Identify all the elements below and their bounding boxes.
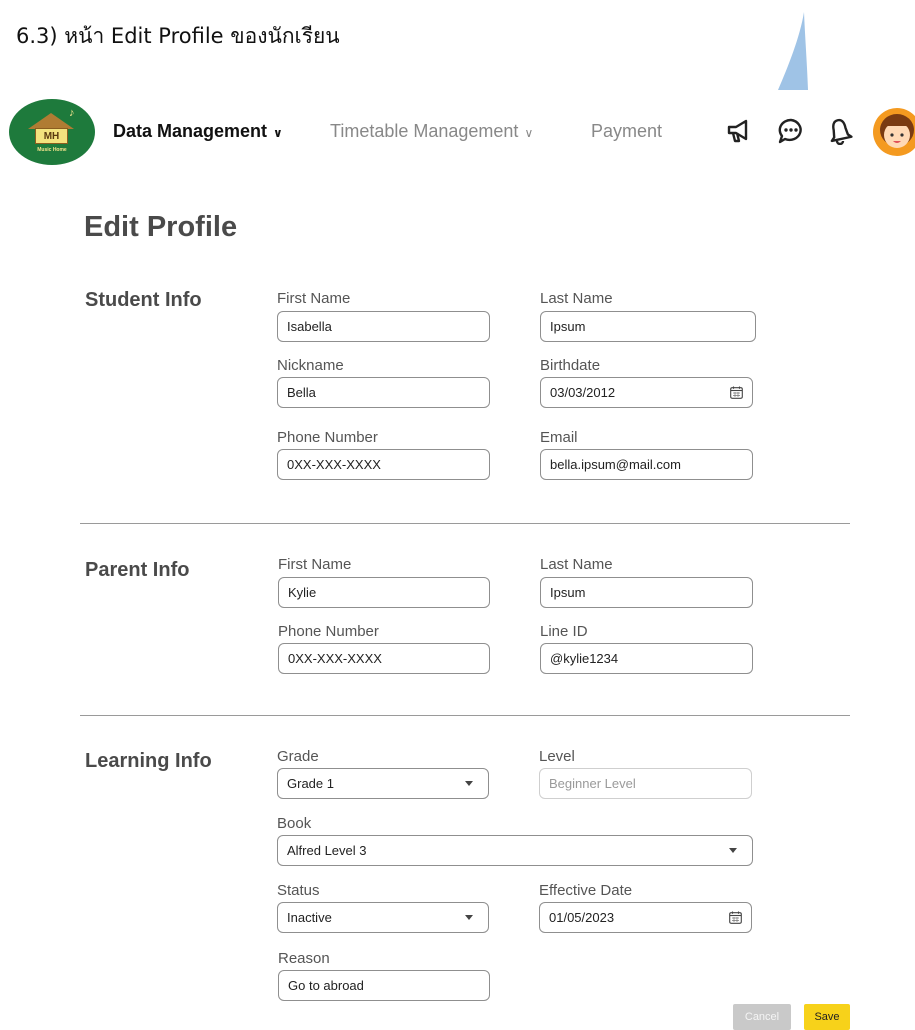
level-input: Beginner Level	[539, 768, 752, 799]
reason-input[interactable]: Go to abroad	[278, 970, 490, 1001]
parent-first-name-input[interactable]: Kylie	[278, 577, 490, 608]
status-select[interactable]: Inactive	[277, 902, 489, 933]
logo-tagline: Music Home	[37, 147, 67, 153]
student-last-name-input[interactable]: Ipsum	[540, 311, 756, 342]
logo-roof	[28, 113, 74, 129]
music-note-icon: ♪	[69, 107, 75, 119]
effective-date-label: Effective Date	[539, 882, 633, 899]
email-input[interactable]: bella.ipsum@mail.com	[540, 449, 753, 480]
avatar-face	[880, 114, 914, 148]
book-value: Alfred Level 3	[287, 843, 367, 858]
grade-select[interactable]: Grade 1	[277, 768, 489, 799]
student-first-name-value: Isabella	[287, 319, 332, 334]
caret-down-icon	[729, 848, 737, 853]
grade-label: Grade	[277, 748, 319, 765]
chevron-down-icon: ∨	[273, 125, 283, 140]
nickname-label: Nickname	[277, 357, 344, 374]
student-first-name-input[interactable]: Isabella	[277, 311, 490, 342]
level-label: Level	[539, 748, 575, 765]
parent-first-name-value: Kylie	[288, 585, 317, 600]
nav-data-management-label: Data Management	[113, 121, 268, 141]
student-first-name-label: First Name	[277, 290, 351, 307]
line-id-value: @kylie1234	[550, 651, 619, 666]
avatar[interactable]	[873, 108, 915, 156]
calendar-icon[interactable]	[729, 911, 742, 924]
grade-value: Grade 1	[287, 776, 334, 791]
logo-initials: MH	[35, 128, 68, 144]
reason-value: Go to abroad	[288, 978, 364, 993]
save-button[interactable]: Save	[804, 1004, 850, 1030]
birthdate-label: Birthdate	[540, 357, 601, 374]
cancel-button[interactable]: Cancel	[733, 1004, 791, 1030]
parent-first-name-label: First Name	[278, 556, 352, 573]
chat-icon[interactable]	[777, 117, 805, 145]
status-value: Inactive	[287, 910, 332, 925]
line-id-label: Line ID	[540, 623, 588, 640]
birthdate-value: 03/03/2012	[550, 385, 616, 400]
learning-info-heading: Learning Info	[85, 750, 212, 772]
caret-down-icon	[465, 915, 473, 920]
nickname-input[interactable]: Bella	[277, 377, 490, 408]
nav-payment[interactable]: Payment	[591, 121, 662, 142]
student-phone-input[interactable]: 0XX-XXX-XXXX	[277, 449, 490, 480]
nav-payment-label: Payment	[591, 121, 663, 141]
page-title: Edit Profile	[84, 211, 238, 243]
nickname-value: Bella	[287, 385, 316, 400]
book-label: Book	[277, 815, 312, 832]
bell-icon[interactable]	[826, 117, 854, 145]
music-home-logo[interactable]: ♪ MH Music Home	[9, 99, 95, 165]
parent-phone-label: Phone Number	[278, 623, 379, 640]
parent-info-heading: Parent Info	[85, 559, 190, 581]
nav-timetable-management[interactable]: Timetable Management ∨	[330, 121, 533, 142]
document-heading: 6.3) หน้า Edit Profile ของนักเรียน	[16, 24, 340, 48]
effective-date-value: 01/05/2023	[549, 910, 615, 925]
caret-down-icon	[465, 781, 473, 786]
nav-timetable-management-label: Timetable Management	[330, 121, 519, 141]
email-value: bella.ipsum@mail.com	[550, 457, 681, 472]
email-label: Email	[540, 429, 578, 446]
book-select[interactable]: Alfred Level 3	[277, 835, 753, 866]
parent-phone-value: 0XX-XXX-XXXX	[288, 651, 382, 666]
section-divider	[80, 715, 850, 716]
parent-last-name-value: Ipsum	[550, 585, 586, 600]
chevron-down-icon: ∨	[524, 125, 534, 140]
status-label: Status	[277, 882, 320, 899]
level-placeholder: Beginner Level	[549, 776, 636, 791]
parent-last-name-label: Last Name	[540, 556, 613, 573]
line-id-input[interactable]: @kylie1234	[540, 643, 753, 674]
student-info-heading: Student Info	[85, 289, 202, 311]
parent-last-name-input[interactable]: Ipsum	[540, 577, 753, 608]
student-phone-value: 0XX-XXX-XXXX	[287, 457, 381, 472]
parent-phone-input[interactable]: 0XX-XXX-XXXX	[278, 643, 490, 674]
student-phone-label: Phone Number	[277, 429, 378, 446]
decorative-shape	[778, 12, 808, 90]
nav-data-management[interactable]: Data Management ∨	[113, 121, 283, 142]
calendar-icon[interactable]	[730, 386, 743, 399]
student-last-name-label: Last Name	[540, 290, 613, 307]
megaphone-icon[interactable]	[725, 117, 753, 145]
student-last-name-value: Ipsum	[550, 319, 586, 334]
birthdate-input[interactable]: 03/03/2012	[540, 377, 753, 408]
section-divider	[80, 523, 850, 524]
reason-label: Reason	[278, 950, 330, 967]
effective-date-input[interactable]: 01/05/2023	[539, 902, 752, 933]
